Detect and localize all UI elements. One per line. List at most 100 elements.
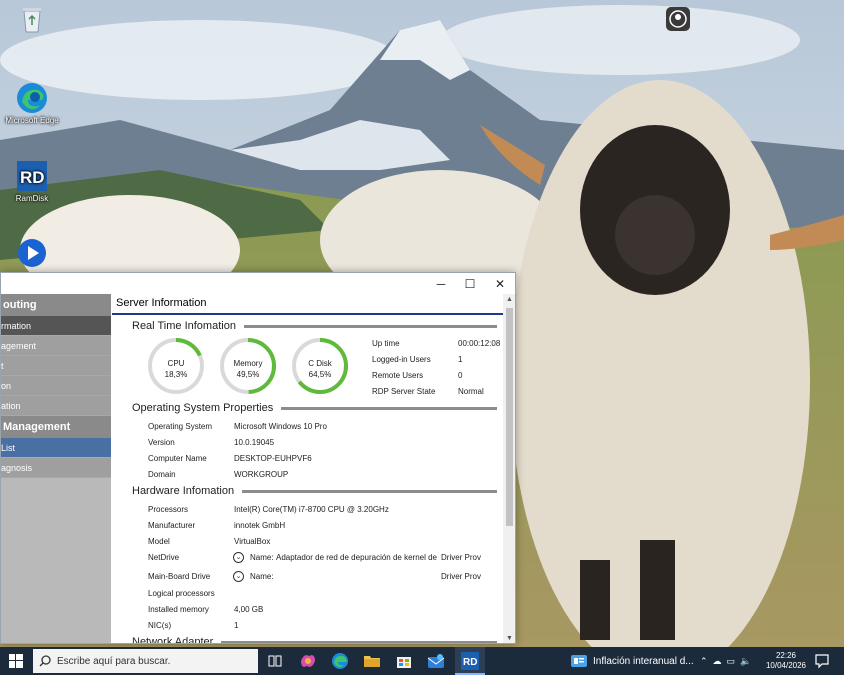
sidebar-item-4[interactable]: on [1,376,111,396]
os-value: WORKGROUP [234,470,289,479]
server-info-window: ─ ☐ ✕ outing rmation agement t on ation … [0,272,516,644]
chevron-up-icon[interactable]: ⌃ [700,656,708,667]
taskbar-search-box[interactable]: Escribe aquí para buscar. [33,649,258,673]
taskbar-clock[interactable]: 22:26 10/04/2026 [762,651,810,671]
minimize-button[interactable]: ─ [426,273,456,294]
gauge-value: 64,5% [308,370,332,379]
scroll-up-icon[interactable]: ▲ [503,294,515,306]
sidebar-item-server-information[interactable]: rmation [1,316,111,336]
maximize-button[interactable]: ☐ [455,273,485,294]
hw-label: Manufacturer [148,521,196,530]
netdrive-label: NetDrive [148,553,180,562]
window-titlebar[interactable]: ─ ☐ ✕ [1,273,515,294]
mainboard-name-label: Name: [250,572,274,581]
sidebar-section-header[interactable]: outing [1,294,111,316]
clock-date: 10/04/2026 [765,661,807,670]
hw-value: 1 [234,621,239,630]
search-placeholder: Escribe aquí para buscar. [57,655,171,667]
svg-text:RD: RD [463,657,477,668]
disk-gauge: C Disk 64,5% [290,336,350,396]
stat-label: Logged-in Users [372,355,431,364]
section-title-realtime: Real Time Infomation [132,320,244,332]
hw-label: Installed memory [148,605,209,614]
hw-label: NIC(s) [148,621,172,630]
system-tray: ⌃ ☁ ▭ 🔈 [700,647,751,675]
section-title-hardware: Hardware Infomation [132,485,243,497]
chevron-down-icon[interactable]: ⌄ [233,571,244,582]
windows-start-button[interactable] [0,647,32,675]
os-label: Version [148,438,175,447]
stat-value: 0 [458,371,463,380]
svg-text:RD: RD [20,168,45,187]
netdrive-name-value: Adaptador de red de depuración de kernel… [276,553,438,562]
sidebar-item-3[interactable]: t [1,356,111,376]
hw-value: innotek GmbH [234,521,286,530]
media-player-icon[interactable] [0,238,64,270]
hw-label: Logical processors [148,589,215,598]
scroll-thumb[interactable] [506,308,513,526]
os-label: Computer Name [148,454,207,463]
vertical-scrollbar[interactable]: ▲ ▼ [503,294,515,643]
news-widget[interactable]: Inflación interanual d... [571,647,694,675]
ramdisk-icon[interactable]: RD RamDisk [0,160,64,203]
file-explorer-icon[interactable] [361,650,383,672]
gauge-value: 49,5% [236,370,260,379]
page-title: Server Information [116,297,207,309]
app-shortcut-icon[interactable] [646,6,710,34]
os-label: Operating System [148,422,213,431]
edge-taskbar-icon[interactable] [329,650,351,672]
desktop-icon-label: Microsoft Edge [5,116,59,125]
main-panel: Server Information Real Time Infomation … [112,294,503,643]
sidebar: outing rmation agement t on ation Manage… [1,294,111,643]
news-icon [571,655,587,667]
copilot-icon[interactable] [297,650,319,672]
mainboard-driver: Driver Prov [441,572,482,581]
netdrive-name-label: Name: [250,553,274,562]
desktop-icon-label: RamDisk [15,194,49,203]
volume-icon[interactable]: 🔈 [740,656,751,667]
gauge-value: 18,3% [164,370,188,379]
hw-value: VirtualBox [234,537,271,546]
mainboard-label: Main-Board Drive [148,572,211,581]
sidebar-item-management[interactable]: agement [1,336,111,356]
hw-label: Processors [148,505,189,514]
recycle-bin-icon[interactable] [0,5,64,35]
search-icon [39,655,51,667]
onedrive-icon[interactable]: ☁ [713,656,722,667]
notification-center-icon[interactable] [814,653,830,669]
mail-icon[interactable] [425,650,447,672]
sidebar-item-5[interactable]: ation [1,396,111,416]
chevron-down-icon[interactable]: ⌄ [233,552,244,563]
scroll-down-icon[interactable]: ▼ [503,633,515,643]
ramdisk-taskbar-icon[interactable]: RD [459,650,481,672]
section-title-os: Operating System Properties [132,402,282,414]
stat-label: Up time [372,339,400,348]
gauge-label: C Disk [308,359,332,368]
close-button[interactable]: ✕ [485,273,515,294]
stat-label: RDP Server State [372,387,436,396]
hw-value: 4,00 GB [234,605,264,614]
gauge-label: CPU [167,359,185,368]
stat-label: Remote Users [372,371,424,380]
stat-value: 1 [458,355,463,364]
os-label: Domain [148,470,176,479]
clock-time: 22:26 [775,651,797,660]
taskbar: Escribe aquí para buscar. RD Inflación i… [0,647,844,675]
sidebar-item-list[interactable]: List [1,438,111,458]
hw-label: Model [148,537,170,546]
title-underline [112,313,503,315]
task-view-icon[interactable] [264,650,286,672]
microsoft-store-icon[interactable] [393,650,415,672]
microsoft-edge-icon[interactable]: Microsoft Edge [0,82,64,125]
gauge-label: Memory [233,359,263,368]
netdrive-driver: Driver Prov [441,553,482,562]
news-headline: Inflación interanual d... [593,655,694,667]
os-value: DESKTOP-EUHPVF6 [234,454,312,463]
os-value: Microsoft Windows 10 Pro [234,422,327,431]
hw-value: Intel(R) Core(TM) i7-8700 CPU @ 3.20GHz [234,505,389,514]
stat-value: Normal [458,387,484,396]
stat-value: 00:00:12:08 [458,339,501,348]
network-icon[interactable]: ▭ [727,656,736,667]
sidebar-section-header[interactable]: Management [1,416,111,438]
sidebar-item-diagnosis[interactable]: agnosis [1,458,111,478]
